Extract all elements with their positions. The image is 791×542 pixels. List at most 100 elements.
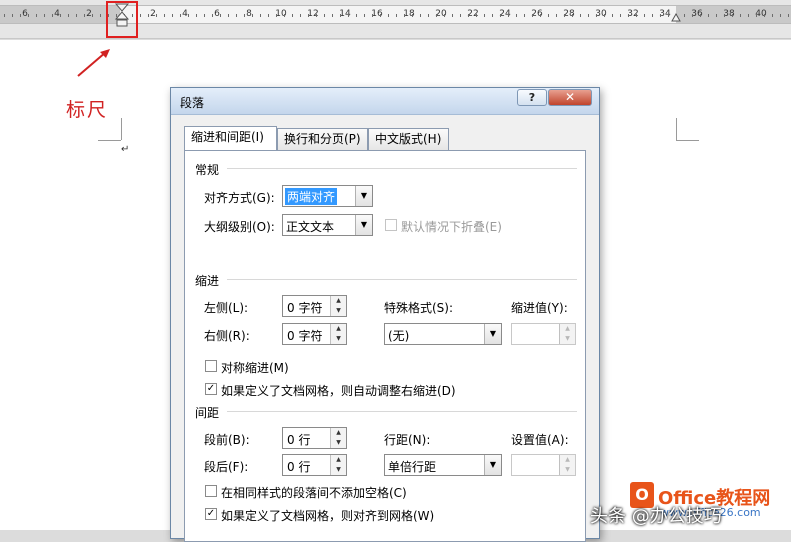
ruler-tick (644, 14, 645, 17)
ruler-tick (724, 14, 725, 17)
ruler-tick (228, 14, 229, 17)
ruler-tick (396, 14, 397, 17)
special-format-select[interactable]: (无) ▼ (384, 323, 502, 345)
line-spacing-select[interactable]: 单倍行距 ▼ (384, 454, 502, 476)
indent-left-spinner[interactable]: 0 字符 ▲ ▼ (282, 295, 347, 317)
ruler-tick (300, 14, 301, 17)
ruler-tick (156, 14, 157, 17)
ruler-tick (292, 14, 293, 17)
ruler-tick (52, 14, 53, 17)
mirror-indent-checkbox[interactable] (205, 360, 217, 372)
indent-left-label: 左侧(L): (204, 301, 249, 315)
spin-down-icon[interactable]: ▼ (331, 438, 346, 448)
ruler-tick (468, 14, 469, 17)
spin-down-icon[interactable]: ▼ (331, 334, 346, 344)
tab-asian-typography[interactable]: 中文版式(H) (368, 128, 449, 150)
ruler-tick (628, 14, 629, 17)
ruler-tick (420, 14, 421, 17)
tab-line-page-breaks[interactable]: 换行和分页(P) (277, 128, 368, 150)
ruler-tick (500, 14, 501, 17)
ruler-tick (540, 14, 541, 17)
ruler-tick (604, 14, 605, 17)
ruler-tick (92, 14, 93, 17)
auto-adjust-indent-checkbox[interactable]: ✓ (205, 383, 217, 395)
spinner-control: ▲ ▼ (330, 324, 346, 344)
collapse-label: 默认情况下折叠(E) (401, 220, 502, 234)
close-button[interactable]: ✕ (548, 89, 592, 106)
alignment-select[interactable]: 两端对齐 ▼ (282, 185, 373, 207)
spin-down-icon[interactable]: ▼ (560, 334, 575, 344)
spinner-control: ▲ ▼ (330, 455, 346, 475)
line-spacing-label: 行距(N): (384, 433, 431, 447)
spinner-control: ▲ ▼ (330, 296, 346, 316)
ruler-tick (244, 14, 245, 17)
ruler-tick (196, 14, 197, 17)
auto-adjust-indent-label: 如果定义了文档网格，则自动调整右缩进(D) (221, 384, 456, 398)
ruler-tick (204, 14, 205, 17)
chevron-down-icon: ▼ (355, 215, 372, 235)
ruler-tick (68, 14, 69, 17)
indent-right-spinner[interactable]: 0 字符 ▲ ▼ (282, 323, 347, 345)
ruler-tick (596, 14, 597, 17)
outline-level-select[interactable]: 正文文本 ▼ (282, 214, 373, 236)
ruler-tick (316, 14, 317, 17)
horizontal-ruler[interactable]: 6 4 2 2 4 6 8 10 12 14 16 18 20 22 24 26 28 30 32 34 36 38 40 (0, 0, 791, 39)
ruler-tick (636, 14, 637, 17)
divider (227, 168, 577, 169)
ruler-tick (324, 14, 325, 17)
chevron-down-icon: ▼ (484, 455, 501, 475)
ruler-tick (612, 14, 613, 17)
ruler-tick (268, 14, 269, 17)
ruler-tick (748, 14, 749, 17)
indent-right-label: 右侧(R): (204, 329, 250, 343)
outline-level-label: 大纲级别(O): (204, 220, 275, 234)
ruler-tick (460, 14, 461, 17)
ruler-tick (692, 14, 693, 17)
ruler-tick (660, 14, 661, 17)
spacing-at-spinner[interactable]: ▲ ▼ (511, 454, 576, 476)
ruler-tick (340, 14, 341, 17)
ruler-tick (236, 14, 237, 17)
ruler-tick (20, 14, 21, 17)
indent-by-spinner[interactable]: ▲ ▼ (511, 323, 576, 345)
ruler-number: 6 (22, 9, 28, 19)
ruler-number: 2 (150, 9, 156, 19)
ruler-number: 4 (54, 9, 60, 19)
special-format-value: (无) (388, 329, 410, 343)
right-indent-marker[interactable] (671, 12, 681, 22)
ruler-tick (444, 14, 445, 17)
spinner-control: ▲ ▼ (559, 324, 575, 344)
ruler-tick (524, 14, 525, 17)
ruler-tick (100, 14, 101, 17)
chevron-down-icon: ▼ (355, 186, 372, 206)
alignment-value: 两端对齐 (285, 188, 338, 205)
ruler-tick (252, 14, 253, 17)
watermark-overlay: 头条 @办公技巧 (590, 506, 722, 527)
ruler-tick (180, 14, 181, 17)
ruler-tick (556, 14, 557, 17)
ruler-number: 4 (182, 9, 188, 19)
no-space-same-style-checkbox[interactable] (205, 485, 217, 497)
spin-down-icon[interactable]: ▼ (331, 465, 346, 475)
ruler-tick (756, 14, 757, 17)
indent-by-label: 缩进值(Y): (511, 301, 568, 315)
spinner-control: ▲ ▼ (559, 455, 575, 475)
dialog-titlebar[interactable]: 段落 ? ✕ (171, 88, 599, 115)
spinner-control: ▲ ▼ (330, 428, 346, 448)
ruler-tick (620, 14, 621, 17)
space-before-spinner[interactable]: 0 行 ▲ ▼ (282, 427, 347, 449)
ruler-tick (476, 14, 477, 17)
help-button[interactable]: ? (517, 89, 547, 106)
tab-indent-spacing[interactable]: 缩进和间距(I) (184, 126, 277, 150)
snap-to-grid-checkbox[interactable]: ✓ (205, 508, 217, 520)
ruler-tick (732, 14, 733, 17)
space-after-spinner[interactable]: 0 行 ▲ ▼ (282, 454, 347, 476)
space-after-label: 段后(F): (204, 460, 249, 474)
spin-down-icon[interactable]: ▼ (560, 465, 575, 475)
collapse-checkbox[interactable] (385, 219, 397, 231)
ruler-tick (412, 14, 413, 17)
ruler-tick (212, 14, 213, 17)
spin-down-icon[interactable]: ▼ (331, 306, 346, 316)
ruler-tick (564, 14, 565, 17)
tab-panel: 常规 对齐方式(G): 两端对齐 ▼ 大纲级别(O): 正文文本 ▼ 默认情况下… (184, 150, 586, 542)
